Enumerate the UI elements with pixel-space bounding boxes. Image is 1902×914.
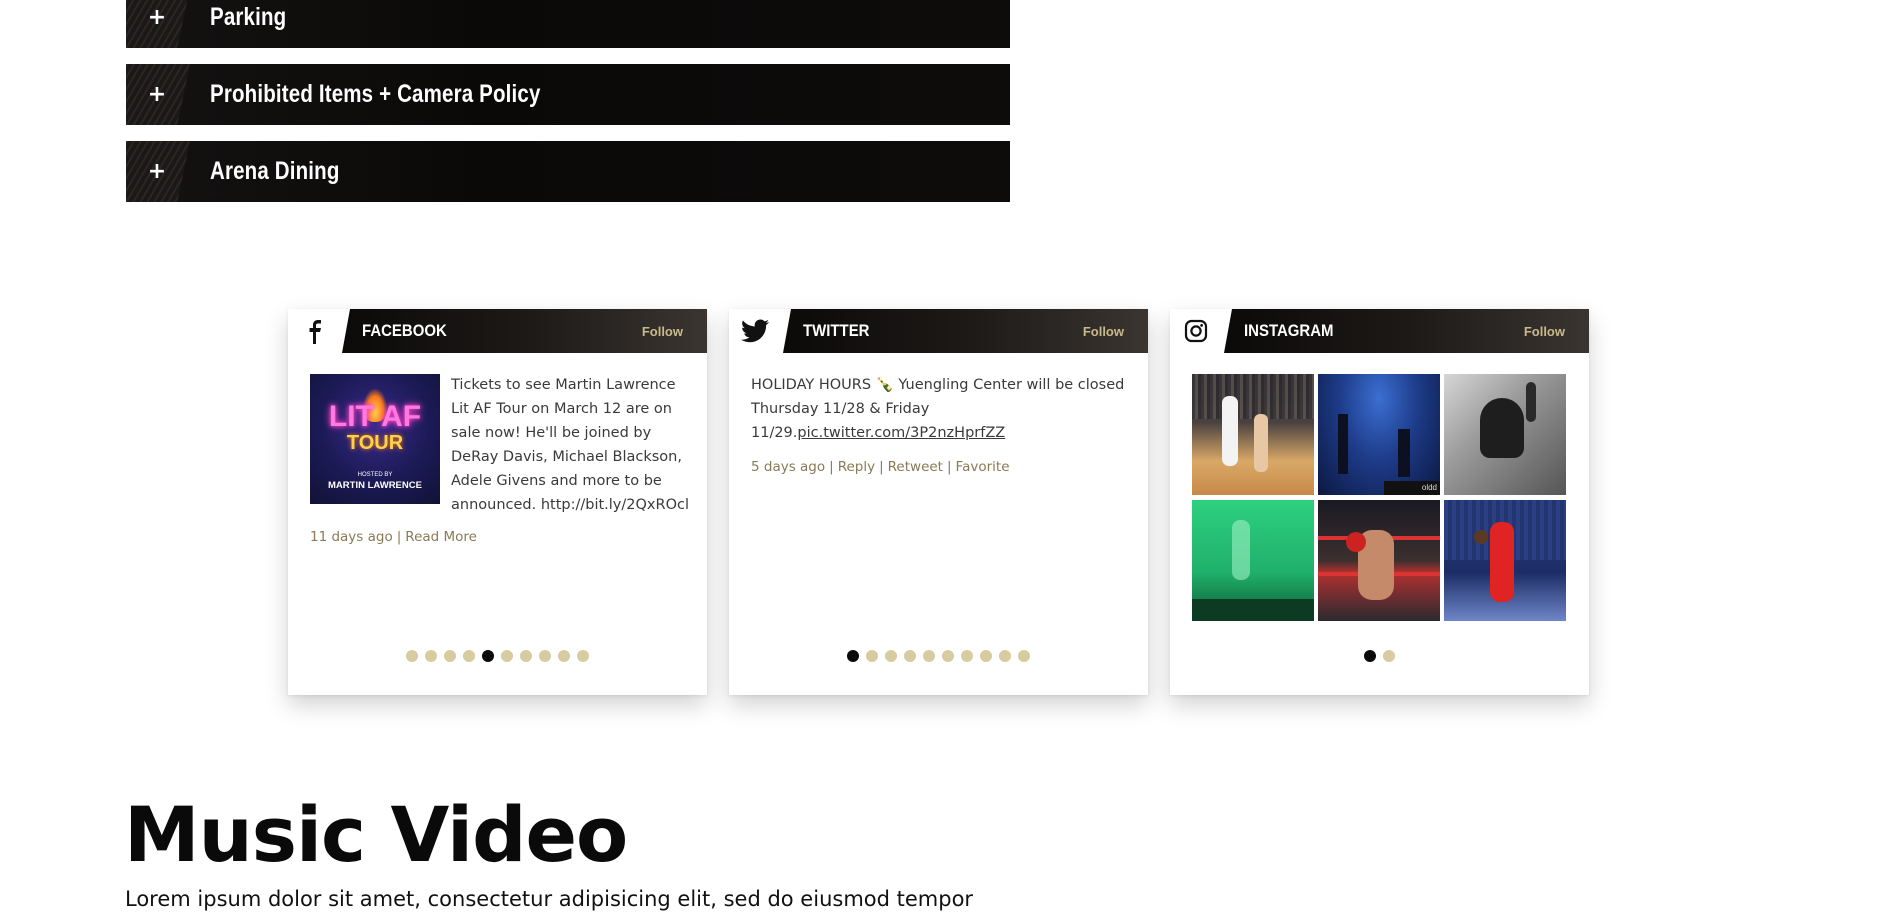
- separator: |: [946, 459, 952, 475]
- instagram-photo-player[interactable]: [1444, 500, 1566, 621]
- section-body: Lorem ipsum dolor sit amet, consectetur …: [125, 887, 974, 911]
- instagram-grid: oldd: [1192, 374, 1566, 621]
- section-title: Music Video: [124, 790, 628, 879]
- post-text: Tickets to see Martin Lawrence Lit AF To…: [451, 377, 689, 513]
- card-header: INSTAGRAM Follow: [1170, 309, 1589, 353]
- card-title-bar: FACEBOOK Follow: [342, 309, 707, 353]
- accordion-item-prohibited-items[interactable]: + Prohibited Items + Camera Policy: [126, 64, 1010, 125]
- carousel-dot[interactable]: [577, 650, 589, 662]
- facebook-icon[interactable]: [288, 309, 340, 353]
- carousel-dot[interactable]: [520, 650, 532, 662]
- tweet-text: HOLIDAY HOURS 🍾 Yuengling Center will be…: [751, 373, 1131, 445]
- instagram-card: INSTAGRAM Follow oldd: [1170, 309, 1589, 695]
- card-title: INSTAGRAM: [1244, 321, 1334, 340]
- instagram-photo-green-stage[interactable]: [1192, 500, 1314, 621]
- card-title: FACEBOOK: [362, 321, 447, 340]
- carousel-dot[interactable]: [847, 650, 859, 662]
- plus-icon: +: [147, 159, 167, 184]
- image-hosted-by: HOSTED BY: [357, 472, 393, 478]
- accordion-item-arena-dining[interactable]: + Arena Dining: [126, 141, 1010, 202]
- card-header: TWITTER Follow: [729, 309, 1148, 353]
- card-header: FACEBOOK Follow: [288, 309, 707, 353]
- twitter-card: TWITTER Follow HOLIDAY HOURS 🍾 Yuengling…: [729, 309, 1148, 695]
- carousel-dot[interactable]: [999, 650, 1011, 662]
- accordion-title: Parking: [210, 3, 287, 31]
- image-host: MARTIN LAWRENCE: [328, 480, 422, 491]
- plus-icon: +: [147, 5, 167, 30]
- read-more-link[interactable]: Read More: [405, 529, 477, 545]
- follow-link[interactable]: Follow: [642, 309, 683, 353]
- carousel-dots: [288, 650, 707, 662]
- carousel-dot[interactable]: [980, 650, 992, 662]
- instagram-icon[interactable]: [1170, 309, 1222, 353]
- retweet-link[interactable]: Retweet: [888, 459, 943, 475]
- accordion-title: Prohibited Items + Camera Policy: [210, 80, 541, 108]
- carousel-dot[interactable]: [482, 650, 494, 662]
- accordion-title: Arena Dining: [210, 157, 340, 185]
- carousel-dot[interactable]: [539, 650, 551, 662]
- carousel-dot[interactable]: [904, 650, 916, 662]
- bottle-emoji-icon: 🍾: [875, 377, 894, 393]
- separator: |: [879, 459, 884, 475]
- tweet-age: 5 days ago: [751, 459, 826, 475]
- carousel-dot[interactable]: [1364, 650, 1376, 662]
- accordion-item-parking[interactable]: + Parking: [126, 0, 1010, 48]
- carousel-dot[interactable]: [885, 650, 897, 662]
- favorite-link[interactable]: Favorite: [956, 459, 1010, 475]
- carousel-dots: [1170, 650, 1589, 662]
- carousel-dot[interactable]: [866, 650, 878, 662]
- carousel-dot[interactable]: [463, 650, 475, 662]
- reply-link[interactable]: Reply: [838, 459, 875, 475]
- separator: |: [829, 459, 834, 475]
- carousel-dot[interactable]: [558, 650, 570, 662]
- tweet-text-start: HOLIDAY HOURS: [751, 377, 872, 393]
- plus-icon: +: [147, 82, 167, 107]
- twitter-icon[interactable]: [729, 309, 781, 353]
- card-title: TWITTER: [803, 321, 870, 340]
- image-subtitle: TOUR: [346, 432, 404, 454]
- post-image[interactable]: LIT AF TOUR HOSTED BY MARTIN LAWRENCE: [310, 374, 440, 504]
- instagram-photo-portrait[interactable]: [1444, 374, 1566, 495]
- carousel-dot[interactable]: [425, 650, 437, 662]
- separator: |: [396, 529, 402, 545]
- card-title-bar: TWITTER Follow: [783, 309, 1148, 353]
- tweet-media-link[interactable]: pic.twitter.com/3P2nzHprfZZ: [797, 425, 1005, 441]
- instagram-photo-basketball[interactable]: [1192, 374, 1314, 495]
- carousel-dot[interactable]: [961, 650, 973, 662]
- carousel-dot[interactable]: [406, 650, 418, 662]
- instagram-photo-boxing[interactable]: [1318, 500, 1440, 621]
- carousel-dot[interactable]: [942, 650, 954, 662]
- follow-link[interactable]: Follow: [1083, 309, 1124, 353]
- carousel-dot[interactable]: [501, 650, 513, 662]
- instagram-photo-concert[interactable]: oldd: [1318, 374, 1440, 495]
- carousel-dot[interactable]: [1018, 650, 1030, 662]
- facebook-card: FACEBOOK Follow LIT AF TOUR HOSTED BY MA…: [288, 309, 707, 695]
- carousel-dot[interactable]: [923, 650, 935, 662]
- instagram-badge: oldd: [1384, 481, 1440, 495]
- card-title-bar: INSTAGRAM Follow: [1224, 309, 1589, 353]
- carousel-dot[interactable]: [1383, 650, 1395, 662]
- carousel-dot[interactable]: [444, 650, 456, 662]
- carousel-dots: [729, 650, 1148, 662]
- post-meta: 11 days ago | Read More: [310, 529, 477, 545]
- post-age: 11 days ago: [310, 529, 393, 545]
- tweet-meta: 5 days ago | Reply | Retweet | Favorite: [751, 459, 1010, 475]
- follow-link[interactable]: Follow: [1524, 309, 1565, 353]
- image-title: LIT AF: [328, 400, 422, 433]
